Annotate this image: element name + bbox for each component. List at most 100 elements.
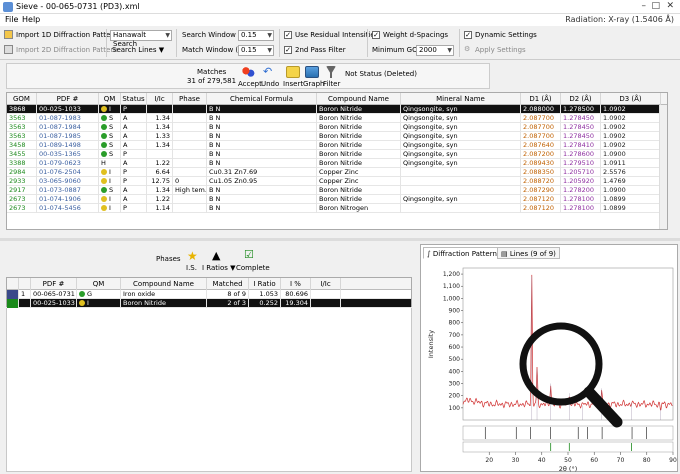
cell-matched: 8 of 9 xyxy=(207,290,249,299)
quality-dot-icon xyxy=(101,151,107,157)
search-toolbar: Import 1D Diffraction Pattern Import 2D … xyxy=(0,26,680,60)
qm-value: S xyxy=(109,141,114,149)
cell-mineral xyxy=(401,177,521,186)
table-row[interactable]: 3563 01-087-1985 S A 1.33 B N Boron Nitride Qin… xyxy=(7,132,667,141)
accept-button[interactable]: Accept xyxy=(238,80,262,88)
column-header-color[interactable] xyxy=(7,278,19,290)
graph-button[interactable]: Graph xyxy=(303,80,324,88)
table-row[interactable]: 2673 01-074-5456 I P 1.14 B N Boron Nitrogen 2.… xyxy=(7,204,667,213)
chevron-down-icon: ▼ xyxy=(165,32,170,39)
cell-status: P xyxy=(121,168,147,177)
is-button[interactable]: I.S. xyxy=(186,264,197,272)
insert-button[interactable]: Insert xyxy=(283,80,303,88)
phase-row[interactable]: 00-025-1033 I Boron Nitride 2 of 3 0.252 19.3… xyxy=(7,299,411,308)
quality-dot-icon xyxy=(101,187,107,193)
undo-button[interactable]: Undo xyxy=(261,80,279,88)
diffraction-tab-label: Diffraction Patterns xyxy=(432,250,501,258)
maximize-icon[interactable]: □ xyxy=(651,1,660,11)
qm-value: I xyxy=(87,299,89,307)
table-row[interactable]: 3868 00-025-1033 I P B N Boron Nitride Qingson… xyxy=(7,105,667,114)
column-header-compound[interactable]: Compound Name xyxy=(317,93,401,105)
use-residual-checkbox[interactable]: ✓ xyxy=(284,31,292,39)
column-header-i-[interactable]: I % xyxy=(281,278,311,290)
column-header-iic[interactable]: I/Ic xyxy=(147,93,173,105)
column-header-mineral[interactable]: Mineral Name xyxy=(401,93,521,105)
cell-phase xyxy=(173,150,207,159)
cell-phase xyxy=(173,168,207,177)
column-header-gom[interactable]: GOM xyxy=(7,93,37,105)
table-row[interactable]: 3563 01-087-1983 S A 1.34 B N Boron Nitride Qin… xyxy=(7,114,667,123)
table-row[interactable]: 291701-073-0887 SA1.34High tem...B NBoron… xyxy=(7,186,667,195)
cell-phase xyxy=(173,195,207,204)
x-tick-label: 50 xyxy=(564,457,572,464)
import-1d-button[interactable]: Import 1D Diffraction Pattern xyxy=(16,31,118,39)
column-header-qm[interactable]: QM xyxy=(77,278,121,290)
cell-status: P xyxy=(121,105,147,114)
menu-file[interactable]: File xyxy=(5,15,18,24)
quality-dot-icon xyxy=(79,300,85,306)
y-tick-label: 900 xyxy=(449,308,461,315)
column-header-phase[interactable]: Phase xyxy=(173,93,207,105)
import-2d-button[interactable]: Import 2D Diffraction Pattern xyxy=(16,46,118,54)
match-window-input[interactable]: 0.15 ▼ xyxy=(238,45,274,56)
table-row[interactable]: 2933 03-065-9060 I P 12.75 0 Cu1.05 Zn0.95 Copp… xyxy=(7,177,667,186)
cell-compound: Boron Nitride xyxy=(317,186,401,195)
qm-value: I xyxy=(109,204,111,212)
match-table-scrollbar[interactable] xyxy=(659,105,667,229)
min-gom-input[interactable]: 2000 ▼ xyxy=(416,45,454,56)
iratios-button[interactable]: I Ratios ▼ xyxy=(202,264,236,272)
search-window-input[interactable]: 0.15 ▼ xyxy=(238,30,274,41)
column-header-formula[interactable]: Chemical Formula xyxy=(207,93,317,105)
second-pass-checkbox[interactable]: ✓ xyxy=(284,46,292,54)
splitter[interactable] xyxy=(0,238,680,241)
column-header-status[interactable]: Status xyxy=(121,93,147,105)
menu-help[interactable]: Help xyxy=(22,15,40,24)
y-tick-label: 700 xyxy=(449,332,461,339)
column-header-d1[interactable]: D1 (Å) xyxy=(521,93,561,105)
cell-qm: S xyxy=(99,150,121,159)
y-tick-label: 400 xyxy=(449,368,461,375)
table-row[interactable]: 3458 01-089-1498 S A 1.34 B N Boron Nitride Qin… xyxy=(7,141,667,150)
column-header-i-ic[interactable]: I/Ic xyxy=(311,278,341,290)
search-lines-button[interactable]: Search Lines ▼ xyxy=(112,46,164,54)
column-header-matched[interactable]: Matched xyxy=(207,278,249,290)
diffraction-chart[interactable]: 100 200 300 400 500 600 700 800 900 1,000 1,100 1,2… xyxy=(421,260,677,472)
y-tick-label: 500 xyxy=(449,356,461,363)
cell-iic: 1.34 xyxy=(147,186,173,195)
close-icon[interactable]: ✕ xyxy=(666,1,674,11)
cell-compound: Boron Nitride xyxy=(317,132,401,141)
cell-status: A xyxy=(121,186,147,195)
column-header-num[interactable] xyxy=(19,278,31,290)
weight-d-checkbox[interactable]: ✓ xyxy=(372,31,380,39)
cell-formula: B N xyxy=(207,114,317,123)
match-window-value: 0.15 xyxy=(241,46,257,54)
column-header-pdf-[interactable]: PDF # xyxy=(31,278,77,290)
cell-d1: 2.089430 xyxy=(521,159,561,168)
column-header-pdf[interactable]: PDF # xyxy=(37,93,99,105)
tab-diffraction-patterns[interactable]: ∫ Diffraction Patterns xyxy=(423,247,505,259)
quality-dot-icon xyxy=(101,124,107,130)
table-row[interactable]: 2984 01-076-2504 I P 6.64 Cu0.31 Zn7.69 Copper… xyxy=(7,168,667,177)
minimize-icon[interactable]: – xyxy=(642,1,647,11)
cell-d1: 2.087290 xyxy=(521,186,561,195)
y-tick-label: 200 xyxy=(449,393,461,400)
tab-lines[interactable]: ▤ Lines (9 of 9) xyxy=(497,247,560,259)
cell-gom: 3458 xyxy=(7,141,37,150)
column-header-compound-name[interactable]: Compound Name xyxy=(121,278,207,290)
search-type-select[interactable]: Hanawalt Search ▼ xyxy=(110,30,172,48)
column-header-qm[interactable]: QM xyxy=(99,93,121,105)
apply-settings-button[interactable]: Apply Settings xyxy=(475,46,526,54)
column-header-d2[interactable]: D2 (Å) xyxy=(561,93,601,105)
dynamic-settings-checkbox[interactable]: ✓ xyxy=(464,31,472,39)
table-row[interactable]: 3563 01-087-1984 S A 1.34 B N Boron Nitride Qin… xyxy=(7,123,667,132)
table-row[interactable]: 3455 00-035-1365 S P B N Boron Nitride Qingson… xyxy=(7,150,667,159)
cell-qm: S xyxy=(99,114,121,123)
complete-button[interactable]: Complete xyxy=(236,264,270,272)
column-header-d3[interactable]: D3 (Å) xyxy=(601,93,661,105)
phase-row[interactable]: 1 00-065-0731 G Iron oxide 8 of 9 1.053 80.696 xyxy=(7,290,411,299)
filter-button[interactable]: Filter xyxy=(323,80,340,88)
cell-iratio: 0.252 xyxy=(249,299,281,308)
table-row[interactable]: 3388 01-079-0623 H A 1.22 B N Boron Nitride Qin… xyxy=(7,159,667,168)
table-row[interactable]: 2673 01-074-1906 I A 1.22 B N Boron Nitride Qin… xyxy=(7,195,667,204)
column-header-i-ratio[interactable]: I Ratio xyxy=(249,278,281,290)
